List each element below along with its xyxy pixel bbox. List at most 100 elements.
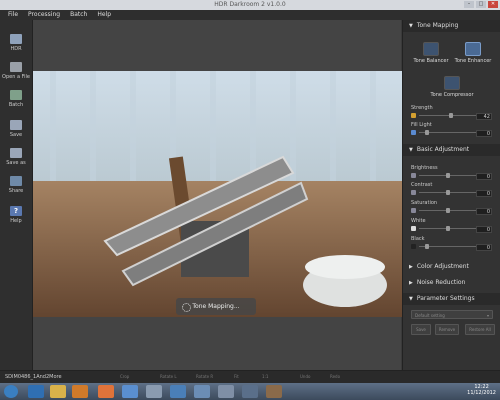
white-value[interactable]: 0 xyxy=(476,226,492,233)
firefox-icon[interactable] xyxy=(98,385,114,398)
white-slider[interactable] xyxy=(411,225,477,233)
tone-enhancer-label: Tone Enhancer xyxy=(454,58,492,64)
restore-all-button[interactable]: Restore All xyxy=(465,324,495,335)
contrast-knob[interactable] xyxy=(446,190,450,195)
app-window-icon[interactable] xyxy=(218,385,234,398)
share-label: Share xyxy=(8,188,24,194)
menu-processing[interactable]: Processing xyxy=(28,10,60,20)
black-slider[interactable] xyxy=(411,243,477,251)
brightness-slider[interactable] xyxy=(411,172,477,180)
tone-compressor-icon xyxy=(444,76,460,90)
minimize-button[interactable]: – xyxy=(464,1,474,8)
open-file-icon xyxy=(10,62,22,72)
fill-light-value[interactable]: 0 xyxy=(476,130,492,137)
fit-tool[interactable]: Fit xyxy=(234,374,239,379)
menu-batch[interactable]: Batch xyxy=(70,10,87,20)
black-value[interactable]: 0 xyxy=(476,244,492,251)
tone-balancer-icon xyxy=(423,42,439,56)
strength-knob[interactable] xyxy=(448,113,453,118)
tone-enhancer-icon xyxy=(465,42,481,56)
start-icon[interactable] xyxy=(4,385,18,398)
parameter-settings-header[interactable]: ▼ Parameter Settings xyxy=(403,293,500,305)
tone-mapping-title: Tone Mapping xyxy=(416,22,459,29)
color-adjustment-title: Color Adjustment xyxy=(416,263,469,270)
tone-enhancer-option[interactable]: Tone Enhancer xyxy=(453,42,493,64)
one-to-one-tool[interactable]: 1:1 xyxy=(262,374,268,379)
internet-explorer-icon[interactable] xyxy=(28,385,44,398)
help-icon: ? xyxy=(10,206,22,216)
contrast-icon xyxy=(411,190,416,195)
basic-adjustment-title: Basic Adjustment xyxy=(416,146,470,153)
app-window-icon[interactable] xyxy=(122,385,138,398)
contrast-value[interactable]: 0 xyxy=(476,190,492,197)
fill-light-knob[interactable] xyxy=(425,130,430,135)
saturation-slider[interactable] xyxy=(411,207,477,215)
settings-dropdown-value: Default setting xyxy=(415,313,445,318)
photo-preview[interactable] xyxy=(33,71,402,317)
photo-image xyxy=(33,71,402,317)
color-adjustment-header[interactable]: ▶ Color Adjustment xyxy=(403,261,500,273)
title-bar: HDR Darkroom 2 v1.0.0 – □ ✕ xyxy=(0,0,500,10)
taskbar: 12:22 11/12/2012 xyxy=(0,383,500,400)
close-button[interactable]: ✕ xyxy=(488,1,498,8)
progress-text: Tone Mapping... xyxy=(192,303,240,310)
strength-slider[interactable] xyxy=(411,112,477,120)
parameter-settings-title: Parameter Settings xyxy=(416,295,475,302)
help-button[interactable]: ? Help xyxy=(0,206,32,224)
hdr-button[interactable]: HDR xyxy=(0,34,32,52)
undo-tool[interactable]: Undo xyxy=(300,374,310,379)
app-window-icon[interactable] xyxy=(266,385,282,398)
media-player-icon[interactable] xyxy=(72,385,88,398)
app-window-icon[interactable] xyxy=(146,385,162,398)
contrast-slider[interactable] xyxy=(411,189,477,197)
basic-adjustment-header[interactable]: ▼ Basic Adjustment xyxy=(403,144,500,156)
system-clock[interactable]: 12:22 11/12/2012 xyxy=(467,384,496,396)
strength-value[interactable]: 42 xyxy=(476,113,492,120)
settings-dropdown[interactable]: Default setting ▾ xyxy=(411,310,493,319)
collapse-icon: ▼ xyxy=(409,147,413,153)
share-button[interactable]: Share xyxy=(0,176,32,194)
expand-icon: ▶ xyxy=(409,264,413,270)
tone-compressor-option[interactable]: Tone Compressor xyxy=(427,76,477,98)
crop-tool[interactable]: Crop xyxy=(120,374,129,379)
fill-light-icon xyxy=(411,130,416,135)
maximize-button[interactable]: □ xyxy=(476,1,486,8)
app-window-icon[interactable] xyxy=(170,385,186,398)
save-button[interactable]: Save xyxy=(0,120,32,138)
save-as-label: Save as xyxy=(6,160,26,166)
save-setting-button[interactable]: Save xyxy=(411,324,431,335)
menu-bar: File Processing Batch Help xyxy=(0,10,500,20)
brightness-knob[interactable] xyxy=(446,173,450,178)
open-file-button[interactable]: Open a File xyxy=(0,62,32,80)
remove-setting-button[interactable]: Remove xyxy=(435,324,459,335)
rotate-left-tool[interactable]: Rotate L xyxy=(160,374,177,379)
tone-balancer-option[interactable]: Tone Balancer xyxy=(411,42,451,64)
hdr-icon xyxy=(10,34,22,44)
app-window-icon[interactable] xyxy=(242,385,258,398)
menu-file[interactable]: File xyxy=(8,10,18,20)
redo-tool[interactable]: Redo xyxy=(330,374,340,379)
folder-icon[interactable] xyxy=(50,385,66,398)
black-icon xyxy=(411,244,416,249)
saturation-knob[interactable] xyxy=(446,208,450,213)
help-label: Help xyxy=(10,218,22,224)
noise-reduction-header[interactable]: ▶ Noise Reduction xyxy=(403,277,500,289)
white-label: White xyxy=(411,218,426,224)
save-icon xyxy=(10,120,22,130)
tone-mapping-header[interactable]: ▼ Tone Mapping xyxy=(403,20,500,32)
batch-button[interactable]: Batch xyxy=(0,90,32,108)
save-as-button[interactable]: Save as xyxy=(0,148,32,166)
sun-icon xyxy=(411,113,416,118)
saturation-value[interactable]: 0 xyxy=(476,208,492,215)
black-knob[interactable] xyxy=(425,244,430,249)
batch-icon xyxy=(10,90,22,100)
rotate-right-tool[interactable]: Rotate R xyxy=(196,374,213,379)
chevron-down-icon: ▾ xyxy=(486,313,489,318)
white-knob[interactable] xyxy=(446,226,450,231)
brightness-label: Brightness xyxy=(411,165,438,171)
open-file-label: Open a File xyxy=(2,74,30,80)
fill-light-slider[interactable] xyxy=(411,129,477,137)
brightness-value[interactable]: 0 xyxy=(476,173,492,180)
menu-help[interactable]: Help xyxy=(97,10,111,20)
app-window-icon[interactable] xyxy=(194,385,210,398)
